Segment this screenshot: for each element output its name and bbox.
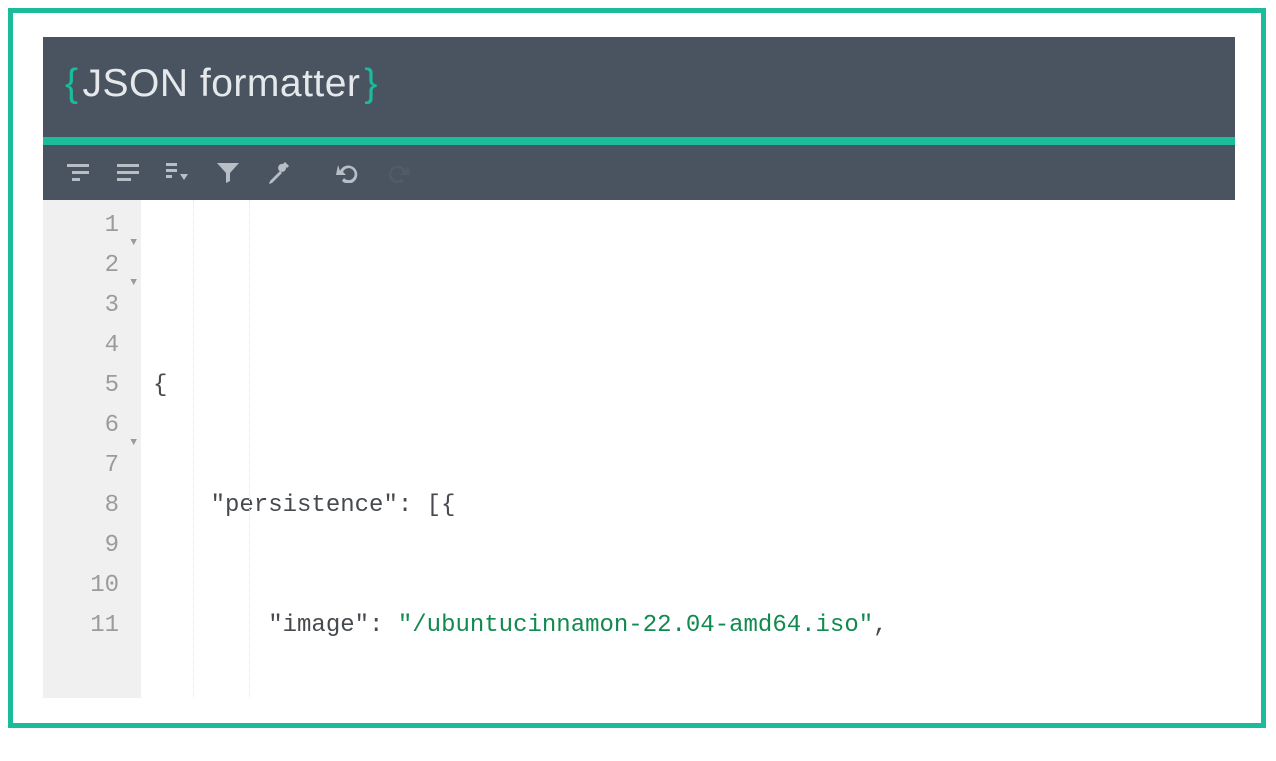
filter-icon[interactable] (207, 152, 249, 194)
sort-icon[interactable] (157, 152, 199, 194)
code-token: , (873, 612, 887, 639)
redo-icon (377, 152, 419, 194)
code-token: "/ubuntucinnamon-22.04-amd64.iso" (398, 612, 873, 639)
line-number: 1 (105, 212, 119, 239)
app-frame: { JSON formatter } 1 ▼ 2 ▼ 3 (8, 8, 1266, 728)
code-token: : (369, 612, 398, 639)
code-content[interactable]: { "persistence": [{ "image": "/ubuntucin… (141, 200, 1235, 698)
fold-toggle-icon[interactable]: ▼ (130, 223, 137, 263)
code-token: "persistence" (211, 492, 398, 519)
fold-toggle-icon[interactable]: ▼ (130, 423, 137, 463)
toolbar (43, 145, 1235, 200)
line-number: 9 (105, 532, 119, 559)
line-number: 2 (105, 252, 119, 279)
code-token: : [{ (398, 492, 456, 519)
accent-stripe (43, 137, 1235, 145)
undo-icon[interactable] (327, 152, 369, 194)
code-editor[interactable]: 1 ▼ 2 ▼ 3 4 5 6 ▼ 7 8 9 10 11 { "persistenc… (43, 200, 1235, 698)
brace-open-icon: { (65, 62, 79, 106)
fold-toggle-icon[interactable]: ▼ (130, 263, 137, 303)
line-number: 10 (90, 572, 119, 599)
line-number: 6 (105, 412, 119, 439)
code-token: { (153, 372, 167, 399)
minify-icon[interactable] (107, 152, 149, 194)
format-icon[interactable] (57, 152, 99, 194)
app-header: { JSON formatter } (43, 37, 1235, 137)
line-number: 8 (105, 492, 119, 519)
line-number: 7 (105, 452, 119, 479)
app-title: JSON formatter (83, 62, 361, 106)
line-gutter: 1 ▼ 2 ▼ 3 4 5 6 ▼ 7 8 9 10 11 (43, 200, 141, 698)
line-number: 3 (105, 292, 119, 319)
settings-icon[interactable] (257, 152, 299, 194)
line-number: 11 (90, 612, 119, 639)
brace-close-icon: } (364, 62, 378, 106)
line-number: 4 (105, 332, 119, 359)
code-token: "image" (268, 612, 369, 639)
line-number: 5 (105, 372, 119, 399)
